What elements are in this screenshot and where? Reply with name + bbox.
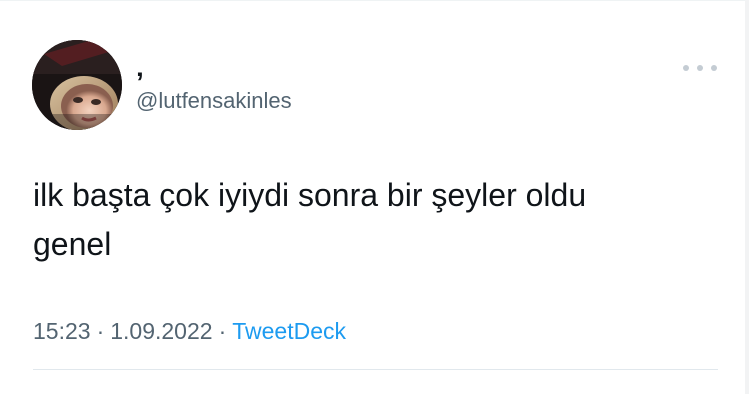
more-options-button[interactable] — [680, 58, 720, 78]
more-horizontal-icon — [711, 65, 717, 71]
tweet-text: ilk başta çok iyiydi sonra bir şeyler ol… — [33, 177, 587, 262]
tweet-date[interactable]: 1.09.2022 — [110, 318, 212, 344]
tweet-time[interactable]: 15:23 — [33, 318, 91, 344]
tweet-card: ‚ @lutfensakinles ilk başta çok iyiydi s… — [0, 0, 749, 394]
right-edge-strip — [745, 0, 749, 394]
top-divider — [0, 0, 749, 1]
more-horizontal-icon — [697, 65, 703, 71]
tweet-source-link[interactable]: TweetDeck — [232, 318, 346, 344]
more-horizontal-icon — [683, 65, 689, 71]
meta-separator: · — [96, 318, 105, 344]
bottom-divider — [33, 369, 718, 370]
tweet-meta: 15:23 · 1.09.2022 · TweetDeck — [33, 316, 346, 346]
avatar[interactable] — [32, 40, 122, 130]
avatar-image — [32, 40, 122, 130]
display-name[interactable]: ‚ — [136, 52, 144, 82]
user-handle[interactable]: @lutfensakinles — [136, 88, 292, 114]
meta-separator: · — [218, 318, 227, 344]
